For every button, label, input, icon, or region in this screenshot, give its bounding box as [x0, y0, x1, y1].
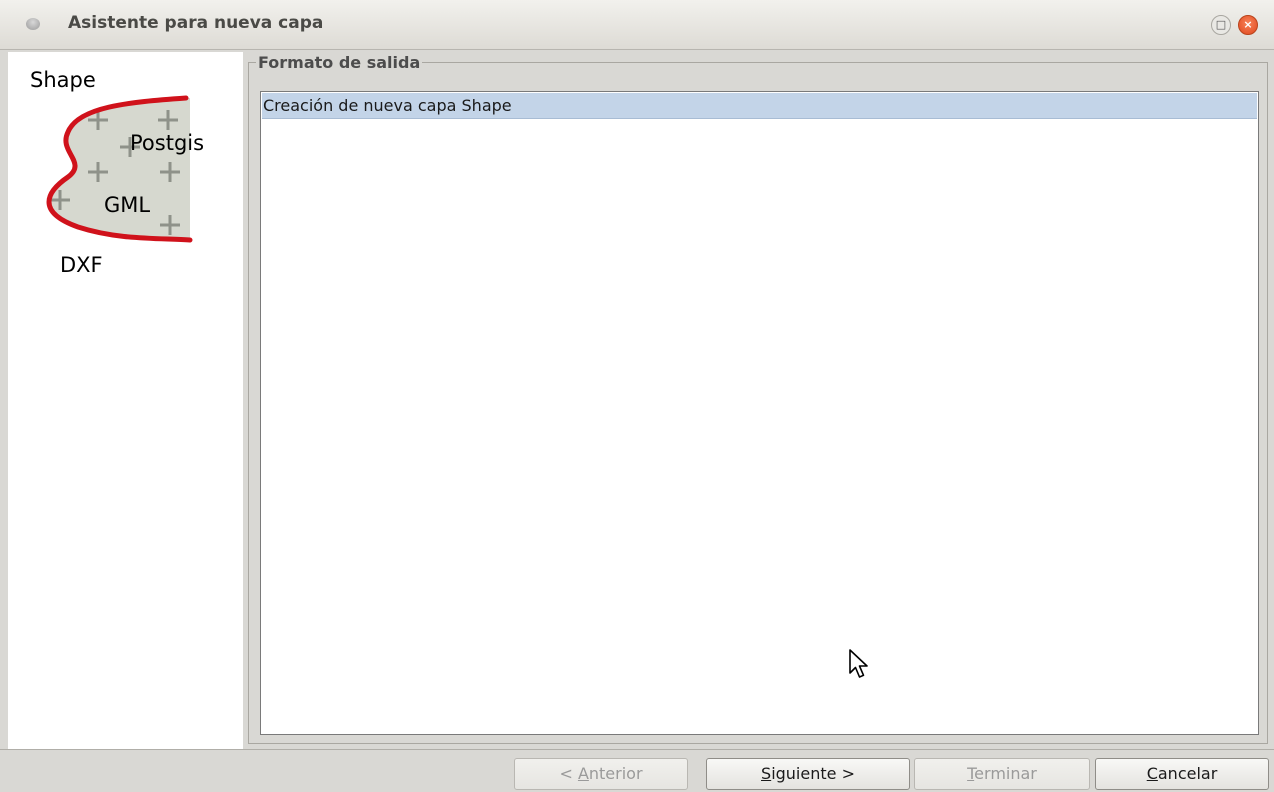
- close-button[interactable]: ×: [1238, 15, 1258, 35]
- layer-formats-logo: [46, 95, 193, 243]
- list-item[interactable]: Creación de nueva capa Shape: [262, 93, 1257, 119]
- logo-label-dxf: DXF: [60, 253, 103, 277]
- previous-button-mnemonic: A: [577, 764, 589, 783]
- next-button[interactable]: Siguiente >: [706, 758, 910, 790]
- list-item-label: Creación de nueva capa Shape: [263, 96, 512, 115]
- cancel-button[interactable]: Cancelar: [1095, 758, 1269, 790]
- logo-label-shape: Shape: [30, 68, 96, 92]
- wizard-image-panel: Shape Postgis GML DXF: [8, 52, 243, 749]
- cancel-button-label: ancelar: [1157, 764, 1218, 783]
- logo-label-gml: GML: [104, 193, 151, 217]
- next-button-label: iguiente >: [771, 764, 855, 783]
- previous-button-label: nterior: [588, 764, 643, 783]
- window-title: Asistente para nueva capa: [68, 13, 324, 33]
- maximize-button[interactable]: □: [1211, 15, 1231, 35]
- cancel-button-mnemonic: C: [1146, 764, 1158, 783]
- output-format-legend: Formato de salida: [256, 53, 423, 72]
- previous-button[interactable]: < Anterior: [514, 758, 688, 790]
- next-button-mnemonic: S: [761, 764, 772, 783]
- mouse-pointer-icon: [849, 649, 868, 678]
- output-format-list[interactable]: Creación de nueva capa Shape: [260, 91, 1259, 735]
- panel-divider[interactable]: [243, 52, 246, 749]
- logo-label-postgis: Postgis: [130, 131, 205, 155]
- window-menu-icon[interactable]: [26, 18, 40, 30]
- previous-button-prefix: <: [559, 764, 578, 783]
- finish-button-label: erminar: [974, 764, 1037, 783]
- title-bar[interactable]: Asistente para nueva capa □ ×: [0, 0, 1274, 50]
- finish-button[interactable]: Terminar: [914, 758, 1090, 790]
